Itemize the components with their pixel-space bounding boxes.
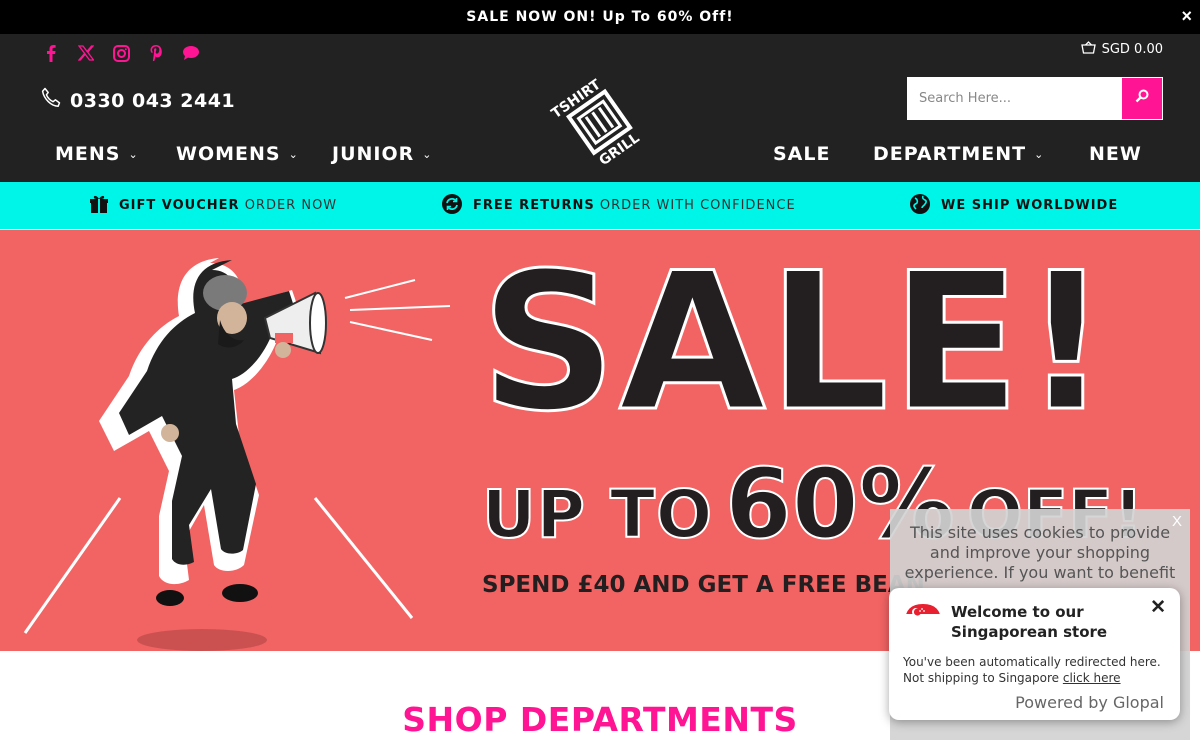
usp-light: ORDER NOW <box>244 198 338 213</box>
chevron-down-icon: ⌄ <box>288 147 299 161</box>
usp-bold: WE SHIP WORLDWIDE <box>941 198 1119 213</box>
cookie-close-button[interactable]: X <box>1172 513 1182 530</box>
gift-icon <box>89 194 109 218</box>
chevron-down-icon: ⌄ <box>1034 147 1045 161</box>
announcement-bar: SALE NOW ON! Up To 60% Off! × <box>0 0 1200 34</box>
facebook-icon[interactable] <box>42 44 60 62</box>
nav-label: DEPARTMENT <box>873 143 1027 165</box>
main-nav: MENS ⌄ WOMENS ⌄ JUNIOR ⌄ SALE DEPARTMENT… <box>0 142 1200 182</box>
cookie-text: This site uses cookies to provide and im… <box>904 523 1176 582</box>
phone-number[interactable]: 0330 043 2441 <box>70 90 235 112</box>
usp-bold: GIFT VOUCHER <box>119 198 240 213</box>
usp-free-returns[interactable]: FREE RETURNS ORDER WITH CONFIDENCE <box>441 193 796 219</box>
usp-gift-voucher[interactable]: GIFT VOUCHER ORDER NOW <box>89 194 337 218</box>
chevron-down-icon: ⌄ <box>422 147 433 161</box>
chevron-down-icon: ⌄ <box>128 147 139 161</box>
cart-button[interactable]: SGD 0.00 <box>1080 41 1163 58</box>
globe-icon <box>909 193 931 219</box>
glopal-message: You've been automatically redirected her… <box>903 654 1166 686</box>
refresh-icon <box>441 193 463 219</box>
nav-item-sale[interactable]: SALE <box>773 142 830 166</box>
nav-label: MENS <box>55 143 121 165</box>
instagram-icon[interactable] <box>112 44 130 62</box>
megaphone-man-image <box>20 258 470 651</box>
glopal-click-here-link[interactable]: click here <box>1063 671 1121 685</box>
search-icon <box>1135 89 1149 108</box>
cart-total: SGD 0.00 <box>1101 42 1163 57</box>
hero-subline: SPEND £40 AND GET A FREE BEAN <box>482 572 925 598</box>
nav-item-mens[interactable]: MENS ⌄ <box>55 142 139 166</box>
phone-contact[interactable]: 0330 043 2441 <box>40 86 235 115</box>
usp-bold: FREE RETURNS <box>473 198 595 213</box>
glopal-close-button[interactable]: ✕ <box>1150 596 1166 619</box>
usp-ship-worldwide[interactable]: WE SHIP WORLDWIDE <box>909 193 1118 219</box>
glopal-powered-by: Powered by Glopal <box>1015 693 1164 712</box>
nav-item-junior[interactable]: JUNIOR ⌄ <box>332 142 432 166</box>
basket-icon <box>1080 41 1096 58</box>
nav-item-new[interactable]: NEW <box>1089 142 1142 166</box>
glopal-header: Welcome to our Singaporean store <box>903 602 1166 642</box>
announcement-close-button[interactable]: × <box>1181 5 1192 27</box>
chat-icon[interactable] <box>182 44 200 62</box>
nav-label: SALE <box>773 143 831 165</box>
nav-label: JUNIOR <box>332 143 415 165</box>
phone-icon <box>40 86 64 115</box>
glopal-title: Welcome to our Singaporean store <box>951 603 1108 641</box>
announcement-text: SALE NOW ON! Up To 60% Off! <box>466 9 734 25</box>
glopal-redirect-popup: ✕ Welcome to our Singaporean store You'v… <box>889 588 1180 720</box>
search-button[interactable] <box>1121 77 1163 120</box>
usp-light: ORDER WITH CONFIDENCE <box>599 198 796 213</box>
singapore-flag-icon <box>903 602 943 629</box>
nav-item-womens[interactable]: WOMENS ⌄ <box>176 142 299 166</box>
hero-headline: SALE! <box>478 232 1112 453</box>
social-links <box>42 44 200 62</box>
nav-label: NEW <box>1089 143 1142 165</box>
glopal-message-text: You've been automatically redirected her… <box>903 655 1161 685</box>
nav-item-department[interactable]: DEPARTMENT ⌄ <box>873 142 1044 166</box>
site-header: 0330 043 2441 TSHIRT GRILL SGD 0.00 Sear… <box>0 34 1200 182</box>
nav-label: WOMENS <box>176 143 281 165</box>
search-input[interactable] <box>907 77 1121 120</box>
usp-strip: GIFT VOUCHER ORDER NOW FREE RETURNS ORDE… <box>0 182 1200 230</box>
x-icon[interactable] <box>77 44 95 62</box>
pinterest-icon[interactable] <box>147 44 165 62</box>
hero-upto-text: UP TO <box>481 475 714 554</box>
search-bar <box>907 77 1163 120</box>
